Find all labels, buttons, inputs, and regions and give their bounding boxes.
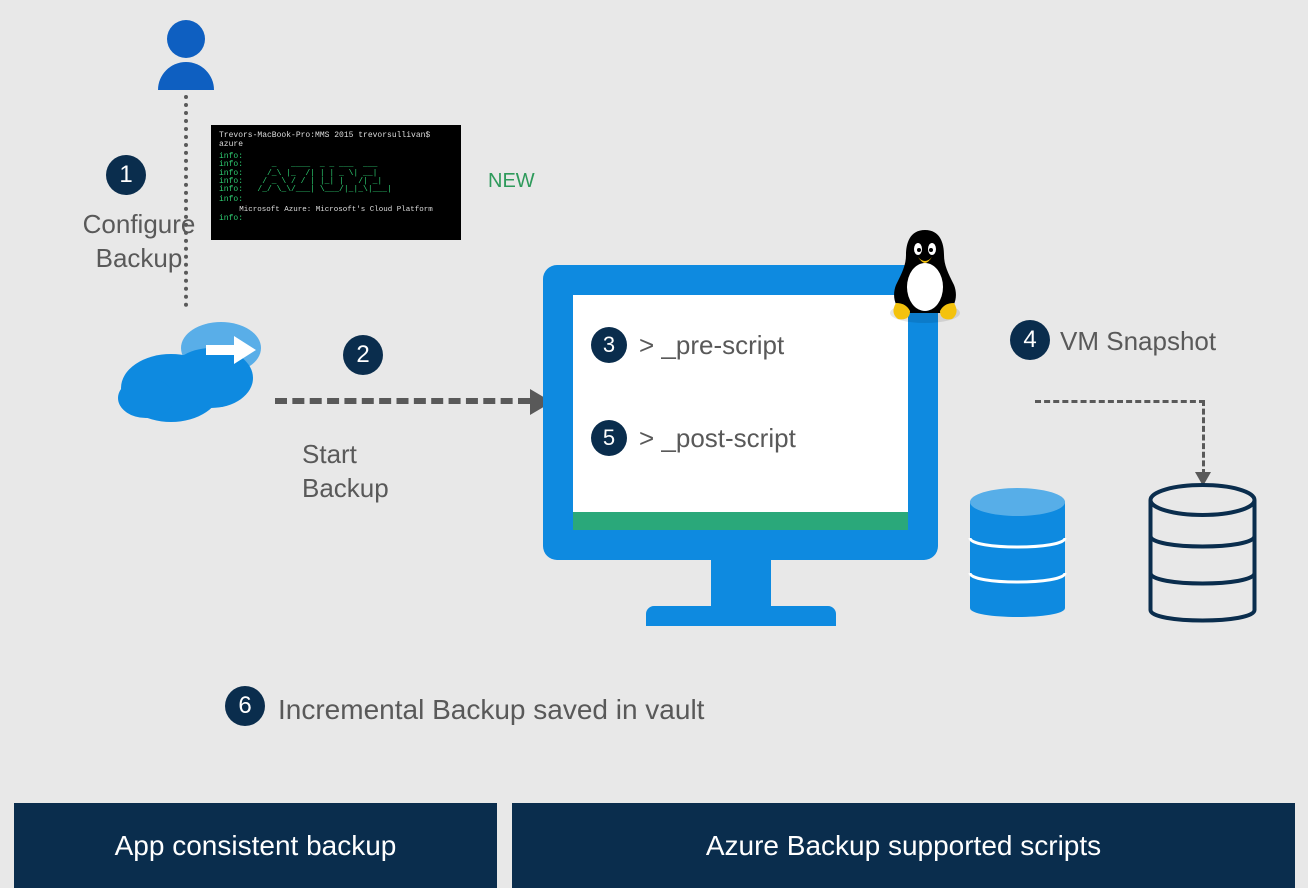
bottom-bar-right: Azure Backup supported scripts (512, 803, 1295, 888)
step-3-badge: 3 (591, 327, 627, 363)
pre-script-line: 3 > _pre-script (591, 327, 784, 363)
step-2-badge: 2 (343, 335, 383, 375)
step-5-badge: 5 (591, 420, 627, 456)
linux-vm-monitor-icon: 3 > _pre-script 5 > _post-script (543, 265, 938, 626)
step-1-badge: 1 (106, 155, 146, 195)
post-script-line: 5 > _post-script (591, 420, 796, 456)
tux-penguin-icon (880, 225, 970, 330)
monitor-progress-bar (573, 512, 908, 530)
arrow-snapshot (1035, 400, 1205, 485)
step-4-badge: 4 (1010, 320, 1050, 360)
step-2-label: StartBackup (302, 438, 389, 506)
step-6-label: Incremental Backup saved in vault (278, 692, 704, 728)
step-6-badge: 6 (225, 686, 265, 726)
cloud-backup-icon (116, 310, 276, 435)
disk-source-icon (960, 480, 1075, 630)
terminal-footer: Microsoft Azure: Microsoft's Cloud Platf… (219, 206, 453, 214)
terminal-prompt: Trevors-MacBook-Pro:MMS 2015 trevorsulli… (219, 131, 453, 149)
disk-snapshot-icon (1140, 480, 1265, 635)
arrow-cloud-to-monitor (275, 398, 530, 404)
terminal-screenshot: Trevors-MacBook-Pro:MMS 2015 trevorsulli… (211, 125, 461, 240)
bottom-bar-left: App consistent backup (14, 803, 497, 888)
new-tag: NEW (488, 170, 535, 193)
step-4-label: VM Snapshot (1060, 325, 1216, 359)
step-3-label: > _pre-script (639, 330, 784, 361)
step-5-label: > _post-script (639, 423, 796, 454)
user-icon (158, 20, 214, 90)
step-1-label: ConfigureBackup (74, 208, 204, 276)
